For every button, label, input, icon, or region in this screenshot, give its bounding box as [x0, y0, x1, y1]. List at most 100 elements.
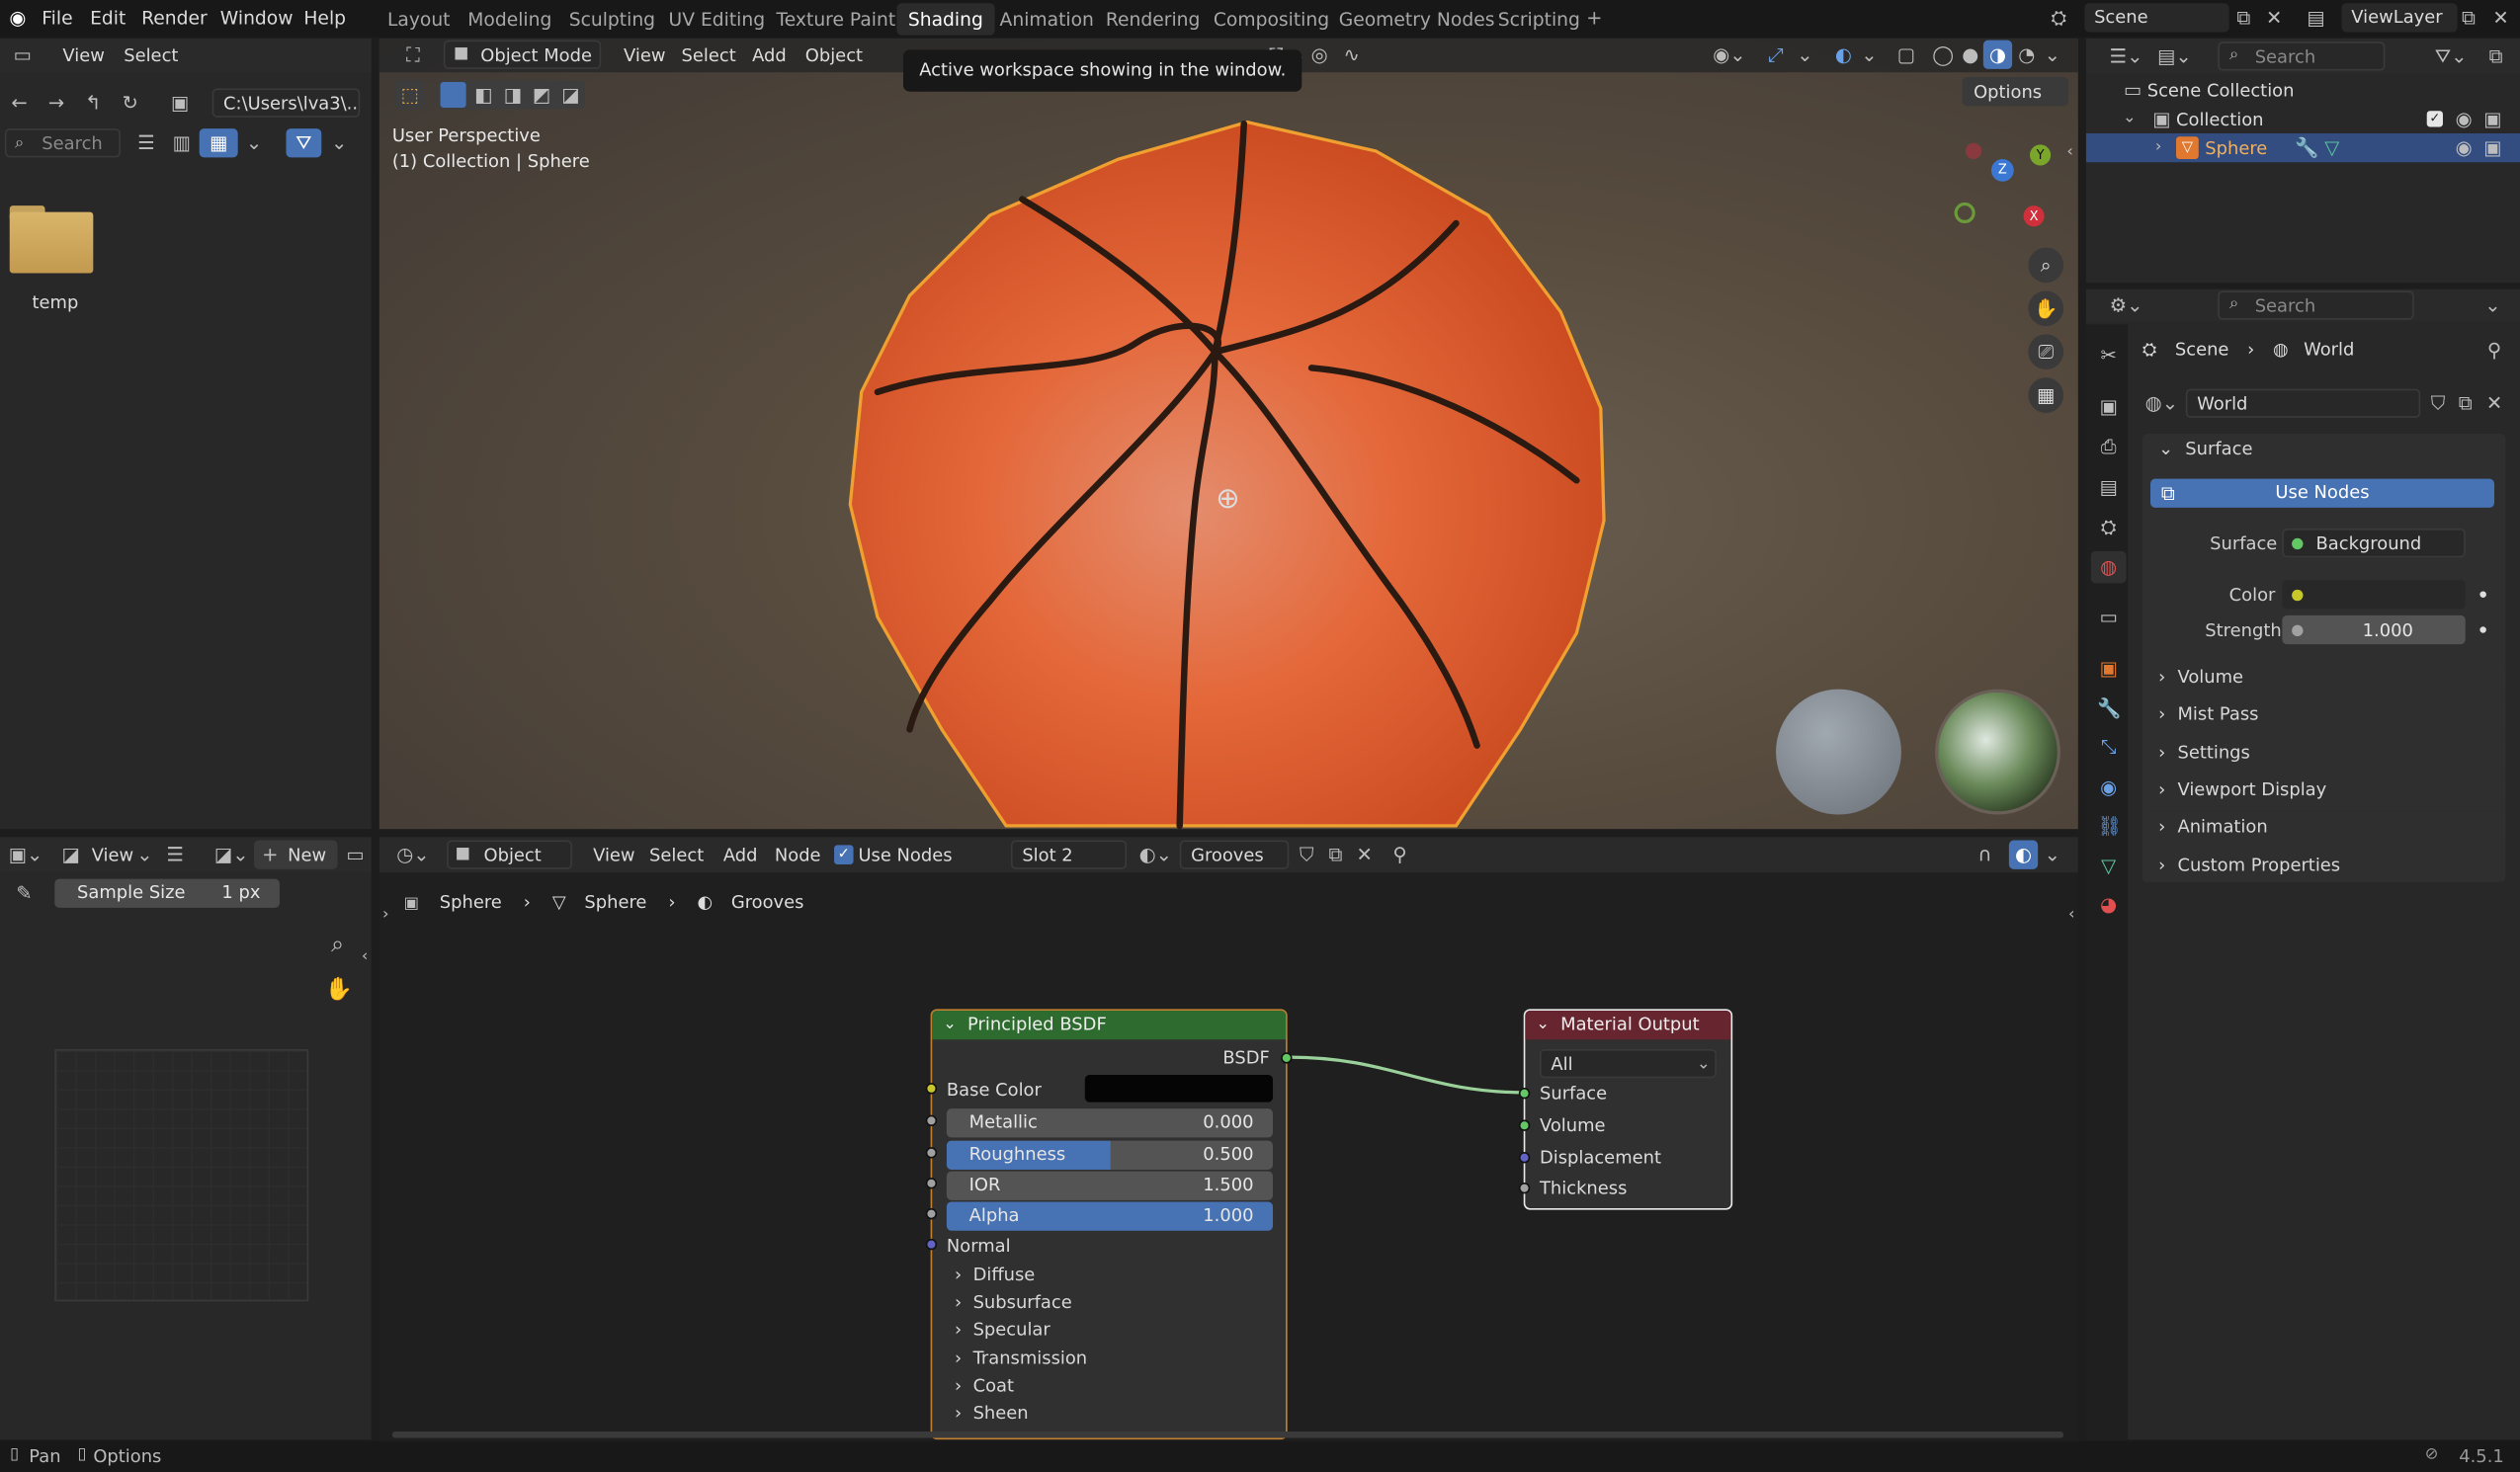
chevron-down-icon[interactable]: ⌄ [2484, 294, 2500, 317]
mesh-data-icon[interactable]: ▽ [2320, 136, 2343, 159]
add-workspace-icon[interactable]: + [1583, 7, 1606, 30]
bsdf-node-header[interactable]: ⌄ Principled BSDF [932, 1010, 1287, 1040]
chevron-down-icon[interactable]: ⌄ [246, 131, 262, 154]
chevron-left-icon[interactable]: ‹ [2065, 905, 2078, 928]
overlays-icon[interactable]: ◐ [1832, 43, 1855, 66]
volume-panel[interactable]: › Volume [2142, 662, 2506, 695]
tab-uv-editing[interactable]: UV Editing [657, 3, 776, 36]
zoom-icon[interactable]: ⌕ [325, 934, 351, 956]
select-intersect-icon[interactable]: ◪ [559, 84, 582, 107]
refresh-icon[interactable]: ↻ [119, 92, 141, 115]
properties-search-input[interactable]: Search [2218, 290, 2414, 320]
pan-hand-icon[interactable]: ✋ [2028, 290, 2064, 327]
tab-sculpting[interactable]: Sculpting [557, 3, 666, 36]
slot-selector[interactable]: Slot 2 [1010, 840, 1128, 869]
sample-tool-icon[interactable]: ✎ [13, 882, 36, 905]
select-subtract-icon[interactable]: ◨ [501, 84, 524, 107]
surface-shader-selector[interactable]: Background [2282, 529, 2466, 558]
list-horizontal-icon[interactable]: ▥ [170, 131, 193, 154]
displacement-input-socket[interactable] [1518, 1152, 1531, 1164]
gizmo-neg-y[interactable] [1954, 202, 1975, 224]
base-color-swatch[interactable] [1084, 1074, 1274, 1103]
camera-icon[interactable]: ⎚ [2028, 334, 2064, 370]
fake-user-icon[interactable]: ⛉ [2427, 392, 2450, 415]
list-vertical-icon[interactable]: ☰ [135, 131, 158, 154]
gizmo-icon[interactable]: ⤢ [1765, 43, 1788, 66]
snap-icon[interactable]: ◎ [1308, 43, 1331, 66]
material-browse-icon[interactable]: ◐⌄ [1137, 844, 1173, 866]
new-view-layer-icon[interactable]: ⧉ [2458, 7, 2480, 30]
chevron-down-icon[interactable]: ⌄ [2045, 43, 2060, 66]
chevron-down-icon[interactable]: ⌄ [1535, 1014, 1551, 1036]
solid-shading-icon[interactable]: ● [1959, 43, 1981, 66]
color-field[interactable] [2282, 580, 2466, 610]
sphere-label[interactable]: Sphere [2205, 138, 2267, 159]
tab-modeling[interactable]: Modeling [457, 3, 563, 36]
proportional-icon[interactable]: ∿ [1340, 43, 1363, 66]
sphere-object[interactable] [845, 119, 1617, 830]
zoom-icon[interactable]: ⌕ [2028, 247, 2064, 284]
volume-input-socket[interactable] [1518, 1119, 1531, 1131]
alpha-socket[interactable] [925, 1207, 938, 1220]
tab-animation[interactable]: Animation [988, 3, 1105, 36]
editor-type-icon[interactable]: ⚙⌄ [2109, 294, 2144, 317]
use-nodes-button[interactable]: Use Nodes [2149, 478, 2495, 508]
snap-icon[interactable]: ∩ [1974, 844, 1996, 866]
sample-size-field[interactable]: Sample Size 1 px [54, 878, 280, 908]
thickness-input-socket[interactable] [1518, 1182, 1531, 1194]
filter-icon[interactable]: ⛛⌄ [2433, 45, 2469, 68]
select-extend-icon[interactable]: ◧ [472, 84, 495, 107]
chevron-left-icon[interactable]: ‹ [359, 946, 372, 969]
image-view-icon[interactable]: ◪ [59, 844, 82, 866]
image-canvas[interactable] [54, 1048, 309, 1302]
use-nodes-checkbox[interactable]: ✓ [834, 845, 854, 864]
world-name-field[interactable]: World [2185, 388, 2421, 418]
navigation-gizmo[interactable]: Z Y X [1946, 138, 2052, 235]
select-invert-icon[interactable]: ◩ [531, 84, 553, 107]
path-field[interactable]: C:\Users\lva3\... [211, 88, 361, 118]
xray-icon[interactable]: ▢ [1894, 43, 1917, 66]
delete-view-layer-icon[interactable]: ✕ [2489, 7, 2512, 30]
output-tab-icon[interactable]: ⎙ [2097, 436, 2120, 458]
output-target-selector[interactable]: All [1539, 1048, 1717, 1079]
eye-icon[interactable]: ◉ [2453, 108, 2476, 130]
tab-geometry-nodes[interactable]: Geometry Nodes [1327, 3, 1506, 36]
chevron-down-icon[interactable]: ⌄ [331, 131, 347, 154]
options-dropdown[interactable]: Options [1962, 77, 2069, 107]
fb-select-menu[interactable]: Select [124, 45, 178, 66]
image-browse-icon[interactable]: ◪⌄ [213, 844, 249, 866]
viewport-3d[interactable]: ⛶ Object Mode ■ View Select Add Object ⤧… [378, 39, 2078, 830]
display-mode-icon[interactable]: ▤⌄ [2156, 45, 2192, 68]
editor-type-icon[interactable]: ☰⌄ [2109, 45, 2144, 68]
panel-transmission[interactable]: › Transmission [955, 1348, 1087, 1368]
tab-texture-paint[interactable]: Texture Paint [765, 3, 906, 36]
tab-layout[interactable]: Layout [377, 3, 462, 36]
bsdf-output-socket[interactable] [1281, 1052, 1293, 1064]
surface-input-socket[interactable] [1518, 1088, 1531, 1100]
outliner-row-sphere[interactable]: › ▽ Sphere 🔧 ▽ ◉ ▣ [2085, 132, 2520, 163]
node-node-menu[interactable]: Node [775, 845, 821, 865]
render-camera-icon[interactable]: ▣ [2481, 108, 2504, 130]
metallic-socket[interactable] [925, 1114, 938, 1127]
viewport-object-menu[interactable]: Object [805, 45, 863, 66]
chevron-down-icon[interactable]: ⌄ [2158, 439, 2173, 459]
panel-diffuse[interactable]: › Diffuse [955, 1265, 1035, 1285]
principled-bsdf-node[interactable]: ⌄ Principled BSDF BSDF Base Color Metall… [930, 1009, 1288, 1440]
view-layer-tab-icon[interactable]: ▤ [2097, 475, 2120, 498]
view-layer-selector[interactable]: ViewLayer [2341, 3, 2458, 33]
metallic-field[interactable]: Metallic 0.000 [946, 1108, 1274, 1138]
viewport-view-menu[interactable]: View [624, 45, 665, 66]
chevron-right-icon[interactable]: › [2150, 136, 2166, 159]
ior-field[interactable]: IOR 1.500 [946, 1171, 1274, 1200]
render-camera-icon[interactable]: ▣ [2481, 136, 2504, 159]
data-tab-icon[interactable]: ▽ [2097, 855, 2120, 877]
tab-scripting[interactable]: Scripting [1486, 3, 1591, 36]
viewport-display-panel[interactable]: › Viewport Display [2142, 774, 2506, 807]
roughness-socket[interactable] [925, 1147, 938, 1159]
viewport-add-menu[interactable]: Add [752, 45, 787, 66]
menu-help[interactable]: Help [303, 7, 346, 30]
animation-panel[interactable]: › Animation [2142, 811, 2506, 844]
scene-icon[interactable]: ⛭ [2041, 7, 2076, 30]
panel-specular[interactable]: › Specular [955, 1319, 1050, 1340]
tab-compositing[interactable]: Compositing [1202, 3, 1340, 36]
